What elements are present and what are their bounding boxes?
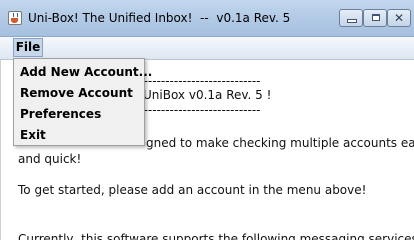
supported-services-text: Currently, this software supports the fo… <box>18 232 414 240</box>
menu-bar: File <box>0 37 414 60</box>
minimize-icon <box>348 20 356 22</box>
maximize-icon <box>372 14 380 21</box>
intro-line-1: gned to make checking multiple accounts … <box>146 136 414 150</box>
menu-file[interactable]: File <box>13 38 43 57</box>
title-bar[interactable]: Uni-Box! The Unified Inbox! -- v0.1a Rev… <box>0 0 414 37</box>
maximize-button[interactable] <box>363 9 387 27</box>
menu-item-preferences[interactable]: Preferences <box>20 104 140 124</box>
java-cup-icon <box>11 18 18 23</box>
window-title: Uni-Box! The Unified Inbox! -- v0.1a Rev… <box>28 11 291 25</box>
get-started-text: To get started, please add an account in… <box>18 183 367 197</box>
intro-line-2: and quick! <box>18 152 82 166</box>
minimize-button[interactable] <box>339 9 363 27</box>
app-window: Uni-Box! The Unified Inbox! -- v0.1a Rev… <box>0 0 414 240</box>
file-dropdown-menu: Add New Account... Remove Account Prefer… <box>13 58 152 146</box>
close-icon: ✕ <box>393 11 405 25</box>
menu-item-remove-account[interactable]: Remove Account <box>20 83 140 103</box>
close-button[interactable]: ✕ <box>387 9 411 27</box>
java-steam-icon <box>13 13 18 17</box>
menu-item-add-new-account[interactable]: Add New Account... <box>20 62 152 82</box>
java-icon[interactable] <box>8 11 22 25</box>
welcome-heading: UniBox v0.1a Rev. 5 ! <box>143 88 272 102</box>
menu-item-exit[interactable]: Exit <box>20 125 140 145</box>
